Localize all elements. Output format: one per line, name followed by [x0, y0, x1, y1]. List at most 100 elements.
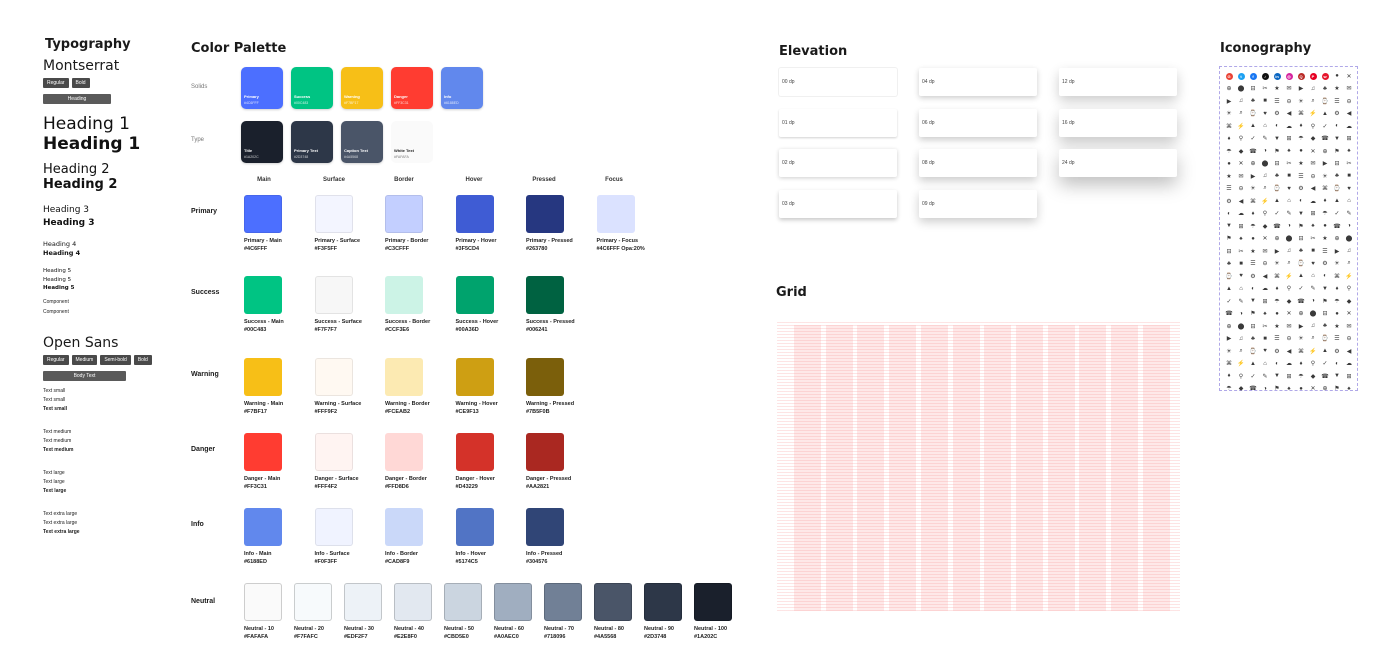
color-swatch [314, 433, 353, 471]
ui-icon: ☎ [1297, 298, 1305, 305]
swatch-name: Warning - Surface [314, 401, 362, 407]
neutral-swatch [544, 583, 582, 621]
ui-icon: ☁ [1310, 198, 1316, 205]
ui-icon: ★ [1250, 248, 1256, 255]
ui-icon: ▶ [1226, 98, 1232, 105]
ui-icon: ♥ [1263, 110, 1267, 117]
ui-icon: ♦ [1335, 285, 1339, 292]
ui-icon: ⚲ [1286, 286, 1292, 293]
column-header: Hover [465, 177, 483, 183]
ui-icon: ◀ [1262, 273, 1268, 280]
ui-icon: ◑ [1311, 298, 1315, 305]
color-swatch [314, 195, 353, 233]
swatch-hex: #718096 [544, 634, 566, 640]
neutral-swatch [494, 583, 532, 621]
ui-icon: ☰ [1334, 336, 1340, 343]
ui-icon: ☰ [1250, 261, 1256, 268]
ui-icon: ▲ [1322, 110, 1328, 117]
swatch-name: Success - Hover [455, 319, 499, 325]
color-swatch-label: Success - Surface #F7F7F7 [315, 318, 362, 334]
neutral-swatch-label: Neutral - 10 #FAFAFA [244, 625, 274, 641]
swatch-hex: #F7BF17 [244, 409, 267, 415]
ui-icon: ⚑ [1298, 223, 1304, 230]
ui-icon: ⚡ [1285, 273, 1293, 280]
ui-icon: ✎ [1286, 211, 1292, 218]
solid-swatch: Warning #F7BF17 [341, 67, 383, 109]
elevation-card: 01 dp [779, 108, 897, 137]
ui-icon: ✓ [1334, 211, 1340, 218]
color-swatch [385, 276, 423, 314]
ui-icon: ♫ [1310, 323, 1316, 330]
ui-icon: ◆ [1238, 148, 1244, 155]
ui-icon: ☰ [1298, 173, 1304, 180]
ui-icon: ⊞ [1286, 136, 1292, 143]
weight-pill: Regular [43, 354, 69, 365]
color-swatch [244, 276, 282, 314]
ui-icon: ⚑ [1322, 298, 1328, 305]
swatch-name: Success - Pressed [526, 319, 575, 325]
font1-weights: Regular Bold [43, 78, 173, 88]
neutral-swatch-label: Neutral - 90 #2D3748 [644, 625, 674, 641]
row-label-warning: Warning [191, 371, 219, 378]
ui-icon: ♠ [1263, 310, 1267, 317]
instagram-icon-glyph: ◎ [1285, 72, 1293, 80]
grid-column [952, 325, 980, 611]
swatch-name: Success - Border [385, 319, 431, 325]
ui-icon: ✕ [1346, 311, 1352, 318]
ui-icon: ⊟ [1334, 161, 1340, 168]
heading-1-regular: Heading 1 [43, 114, 130, 134]
ui-icon: ☁ [1262, 286, 1268, 293]
elevation-card-label: 12 dp [1062, 79, 1075, 85]
ui-icon: ♥ [1239, 273, 1243, 280]
type-swatch: Primary Text #2D3748 [291, 121, 333, 163]
type-swatch-hex: #1A202C [244, 155, 259, 159]
ui-icon: ⌘ [1322, 186, 1328, 193]
ui-icon: ✂ [1286, 161, 1292, 168]
ui-icon: ♠ [1287, 385, 1291, 392]
swatch-hex: #2D3748 [644, 634, 667, 640]
grid-column [1142, 325, 1170, 611]
font2-weights: Regular Medium Semi-bold Bold [43, 354, 173, 365]
swatch-name: Info - Pressed [526, 551, 563, 557]
ui-icon: ⊞ [1346, 373, 1352, 380]
swatch-name: Neutral - 10 [244, 626, 274, 632]
ui-icon: ⊞ [1262, 298, 1268, 305]
swatch-hex: #FFF4F2 [314, 484, 338, 490]
ui-icon: ♣ [1335, 173, 1339, 180]
ui-icon: ✕ [1310, 386, 1316, 393]
color-swatch [385, 433, 423, 471]
swatch-hex: #4C6FFF [244, 246, 268, 252]
type-swatch: Caption Text #4A5568 [341, 121, 383, 163]
color-swatch-label: Success - Main #00C483 [244, 318, 284, 334]
ui-icon: ♥ [1311, 260, 1315, 267]
swatch-hex: #006241 [526, 327, 548, 333]
ui-icon: ◑ [1263, 385, 1267, 392]
color-swatch [526, 276, 564, 314]
swatch-hex: #5174C5 [455, 559, 478, 565]
neutral-swatch [344, 583, 382, 621]
ui-icon: ✎ [1310, 286, 1316, 293]
ui-icon: ♠ [1239, 235, 1243, 242]
neutral-swatch-label: Neutral - 50 #CBD5E0 [444, 625, 474, 641]
neutral-swatch [644, 583, 682, 621]
color-swatch [244, 433, 282, 471]
ui-icon: ■ [1239, 260, 1243, 267]
ui-icon: ☀ [1250, 186, 1256, 193]
heading-3-bold: Heading 3 [43, 217, 95, 228]
swatch-hex: #4A5568 [594, 634, 617, 640]
ui-icon: ▶ [1298, 323, 1304, 330]
ui-icon: ♫ [1346, 248, 1352, 255]
color-swatch-label: Info - Border #CAD8F9 [385, 550, 418, 566]
ui-icon: ⌂ [1287, 198, 1291, 205]
ui-icon: ▼ [1322, 285, 1328, 292]
ui-icon: ✉ [1286, 86, 1292, 93]
elevation-card-label: 04 dp [922, 79, 935, 85]
color-swatch-label: Info - Hover #5174C5 [456, 550, 487, 566]
ui-icon: ◆ [1346, 298, 1352, 305]
color-swatch-label: Primary - Focus #4C6FFF Opa:20% [597, 237, 645, 253]
ui-icon: ⌚ [1333, 186, 1341, 193]
ui-icon: ✓ [1298, 286, 1304, 293]
neutral-swatch [444, 583, 482, 621]
ui-icon: ♦ [1299, 360, 1303, 367]
ui-icon: ☂ [1298, 373, 1304, 380]
